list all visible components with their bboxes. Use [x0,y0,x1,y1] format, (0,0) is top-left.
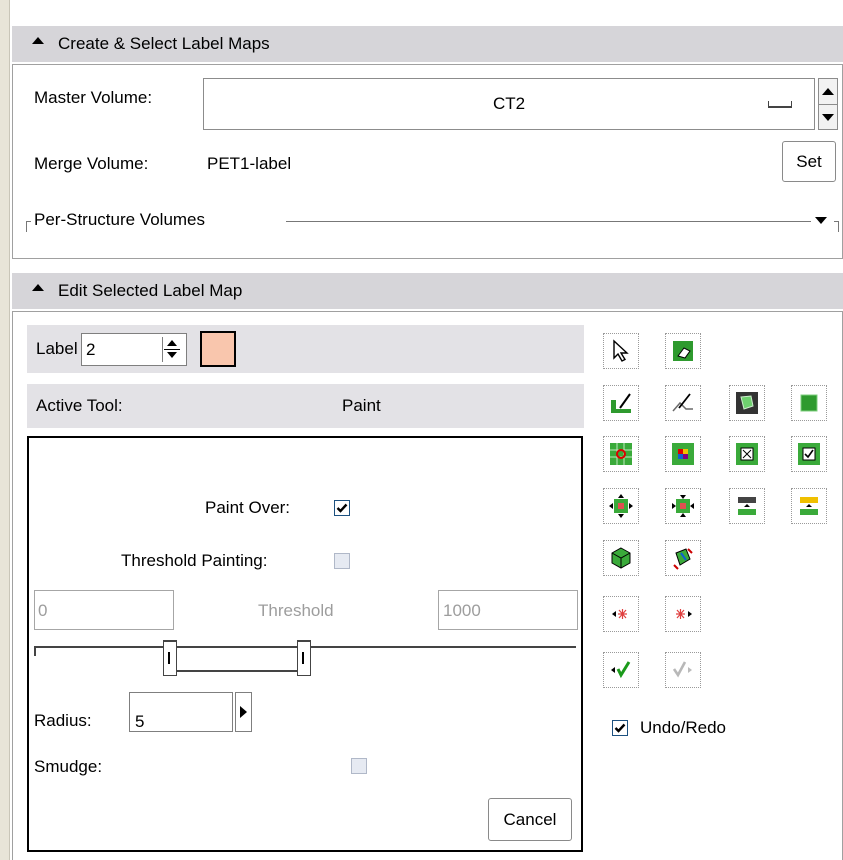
identify-islands-tool-icon[interactable] [665,436,701,472]
expand-arrow-icon[interactable] [815,217,827,224]
label-value: 2 [86,340,96,359]
change-island-tool-icon[interactable] [603,436,639,472]
master-volume-label: Master Volume: [34,88,153,107]
threshold-min-value: 0 [38,601,48,620]
undo-redo-checkbox[interactable] [612,720,628,736]
smudge-label: Smudge: [34,757,103,776]
threshold-max-input[interactable]: 1000 [438,590,578,630]
checkmark-icon [336,503,348,513]
undo-icon[interactable] [603,652,639,688]
threshold-tool-icon[interactable] [791,488,827,524]
spin-down-icon[interactable] [819,105,837,129]
spinner-divider [164,349,180,350]
groupbox-corner-right [834,221,839,232]
threshold-painting-checkbox[interactable] [334,553,350,569]
dropdown-indicator-icon [768,101,792,107]
undo-redo-label: Undo/Redo [640,718,727,737]
threshold-max-handle[interactable] [297,640,311,676]
remove-islands-tool-icon[interactable] [729,436,765,472]
merge-volume-label: Merge Volume: [34,154,149,173]
left-panel-edge [0,0,10,860]
master-volume-value: CT2 [492,94,526,113]
section-title: Edit Selected Label Map [58,281,243,300]
master-volume-selector[interactable]: CT2 [203,78,815,130]
spin-up-icon[interactable] [819,79,837,105]
threshold-max-value: 1000 [443,601,481,620]
label-color-swatch[interactable] [200,331,236,367]
dilate-tool-icon[interactable] [603,488,639,524]
previous-check-point-icon[interactable] [603,596,639,632]
master-volume-spinner[interactable] [818,78,838,130]
section-title: Create & Select Label Maps [58,34,270,53]
next-check-point-icon[interactable] [665,596,701,632]
cancel-button[interactable]: Cancel [488,798,572,841]
level-tracing-tool-icon[interactable] [729,385,765,421]
erase-label-tool-icon[interactable] [665,333,701,369]
radius-label: Radius: [34,711,92,730]
groupbox-line [286,221,811,222]
radius-value: 5 [135,712,145,731]
make-model-tool-icon[interactable] [603,540,639,576]
pointer-tool-icon[interactable] [603,333,639,369]
active-tool-label: Active Tool: [36,396,123,415]
radius-popup-button[interactable] [235,692,252,732]
draw-tool-icon[interactable] [665,385,701,421]
redo-icon[interactable] [665,652,701,688]
paint-over-checkbox[interactable] [334,500,350,516]
active-tool-value: Paint [342,396,381,415]
erode-tool-icon[interactable] [665,488,701,524]
slider-tick-left [34,646,36,656]
merge-volume-value: PET1-label [207,154,292,173]
label-text: Label [36,339,78,358]
collapse-arrow-icon[interactable] [32,36,44,44]
rectangle-tool-icon[interactable] [791,385,827,421]
collapse-arrow-icon[interactable] [32,283,44,291]
growcut-tool-icon[interactable] [665,540,701,576]
threshold-label: Threshold [258,601,334,620]
spin-down-icon[interactable] [167,352,177,358]
threshold-painting-label: Threshold Painting: [121,551,268,570]
set-merge-volume-button[interactable]: Set [782,141,836,182]
paint-tool-icon[interactable] [603,385,639,421]
smudge-checkbox[interactable] [351,758,367,774]
save-island-tool-icon[interactable] [791,436,827,472]
groupbox-corner-left [26,221,31,232]
threshold-min-input[interactable]: 0 [34,590,174,630]
arrow-right-icon [240,706,247,718]
per-structure-volumes-label[interactable]: Per-Structure Volumes [34,210,205,230]
change-label-tool-icon[interactable] [729,488,765,524]
edit-selected-label-map-header[interactable]: Edit Selected Label Map [12,273,843,309]
paint-over-label: Paint Over: [205,498,291,517]
checkmark-icon [614,723,626,733]
label-spinner[interactable] [162,337,182,362]
label-value-spinbox[interactable]: 2 [81,333,187,366]
create-select-label-maps-header[interactable]: Create & Select Label Maps [12,26,843,62]
threshold-range-selected [177,670,297,672]
threshold-min-handle[interactable] [163,640,177,676]
spin-up-icon[interactable] [167,340,177,346]
radius-input[interactable]: 5 [129,692,233,732]
